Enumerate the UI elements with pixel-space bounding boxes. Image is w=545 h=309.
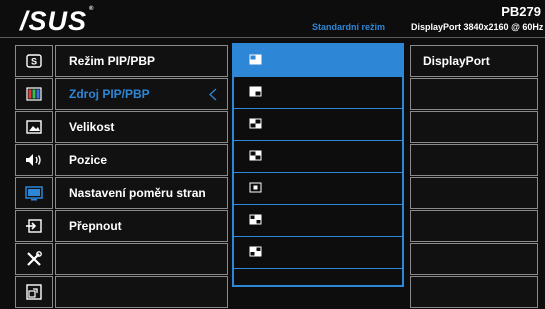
menu-item-switch[interactable]: Přepnout [55,210,228,242]
value-item [410,276,538,308]
submenu-column: Režim PIP/PBP Zdroj PIP/PBP Velikost Poz… [55,45,228,309]
current-mode: Standardní režim [312,22,386,32]
category-pip-pbp[interactable] [15,177,53,209]
value-item[interactable]: DisplayPort [410,45,538,77]
layout-option[interactable] [234,109,402,141]
layout-option[interactable] [234,237,402,269]
category-icon-column: S [15,45,53,309]
menu-item-label: Pozice [69,153,108,167]
value-item [410,144,538,176]
brand-logo: /SUS ® [20,6,95,36]
input-signal-info: DisplayPort 3840x2160 @ 60Hz [411,22,544,32]
menu-item-label: Velikost [69,120,115,134]
svg-text:S: S [31,57,37,67]
color-icon [26,87,42,101]
layout-option-empty [234,269,402,300]
category-system-setup[interactable] [15,243,53,275]
menu-item-empty [55,243,228,275]
category-sound[interactable] [15,144,53,176]
layout-option[interactable] [234,77,402,109]
layout-center-icon [249,182,262,193]
category-image[interactable] [15,111,53,143]
input-select-icon [26,219,42,233]
menu-item-pip-pbp-mode[interactable]: Režim PIP/PBP [55,45,228,77]
pip-pbp-icon [25,185,43,200]
layout-pip-bottom-right-icon [249,86,262,97]
system-setup-icon [27,251,42,266]
menu-item-label: Zdroj PIP/PBP [69,87,150,101]
menu-item-size[interactable]: Velikost [55,111,228,143]
layout-split-vertical-icon [249,150,262,161]
value-item [410,210,538,242]
shortcut-icon [26,284,42,300]
menu-item-position[interactable]: Pozice [55,144,228,176]
menu-item-pip-pbp-source[interactable]: Zdroj PIP/PBP [55,78,228,110]
model-name: PB279 [501,4,541,19]
menu-item-label: Přepnout [69,219,122,233]
category-color[interactable] [15,78,53,110]
sound-icon [26,154,41,166]
layout-option[interactable] [234,45,402,77]
menu-item-label: Nastavení poměru stran [69,186,206,200]
menu-item-empty [55,276,228,308]
image-icon [26,120,42,134]
category-input-select[interactable] [15,210,53,242]
layout-option[interactable] [234,205,402,237]
layout-quad-alt-icon [249,246,262,257]
splendid-icon: S [26,54,42,68]
osd-header: /SUS ® PB279 Standardní režim DisplayPort… [0,0,545,36]
value-item [410,78,538,110]
layout-option[interactable] [234,173,402,205]
value-item [410,243,538,275]
chevron-left-icon [209,88,217,101]
layout-options-panel [232,43,404,287]
layout-quad-icon [249,214,262,225]
header-divider [0,37,545,38]
category-splendid[interactable]: S [15,45,53,77]
menu-item-aspect-ratio[interactable]: Nastavení poměru stran [55,177,228,209]
value-item [410,111,538,143]
layout-option[interactable] [234,141,402,173]
layout-split-horizontal-icon [249,118,262,129]
category-shortcut[interactable] [15,276,53,308]
layout-pip-top-left-icon [249,54,262,65]
value-item [410,177,538,209]
menu-item-label: Režim PIP/PBP [69,54,156,68]
value-column: DisplayPort [410,45,538,309]
